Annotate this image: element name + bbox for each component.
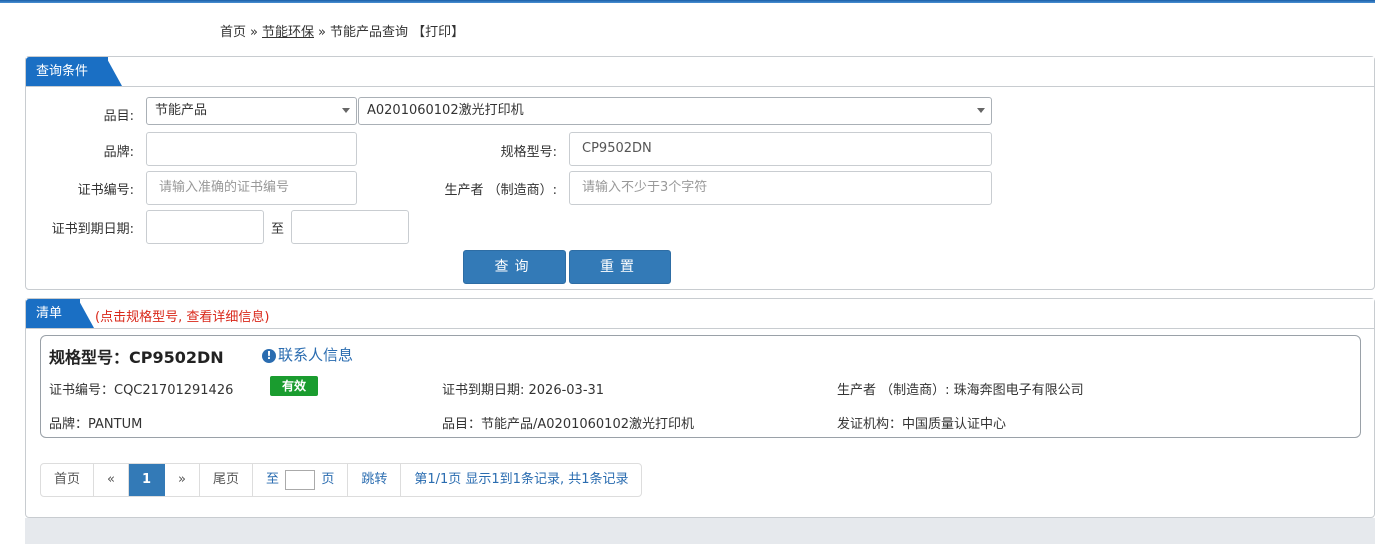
breadcrumb: 首页» 节能环保» 节能产品查询 【打印】 (220, 21, 464, 40)
brand-label: 品牌: (103, 145, 134, 160)
pager-goto: 至 页 (253, 464, 349, 496)
info-icon: ! (262, 349, 276, 363)
expiry-to-label: 至 (271, 222, 285, 237)
breadcrumb-home[interactable]: 首页 (220, 25, 246, 40)
print-link[interactable]: 【打印】 (412, 25, 464, 40)
expiry-start-input[interactable] (146, 210, 264, 244)
pager-next[interactable]: » (165, 464, 200, 496)
category-value: 品目：节能产品/A0201060102激光打印机 (442, 417, 694, 432)
status-badge: 有效 (270, 376, 318, 396)
pager-first[interactable]: 首页 (41, 464, 95, 496)
list-panel-header: 清单 (点击规格型号, 查看详细信息) (26, 299, 1374, 329)
issuer-value: 发证机构：中国质量认证中心 (837, 417, 1007, 432)
expiry-end-input[interactable] (291, 210, 409, 244)
contact-info-link[interactable]: ! 联系人信息 (262, 344, 353, 365)
chevron-down-icon (977, 108, 985, 113)
list-panel-tab: 清单 (26, 299, 94, 328)
query-panel-title: 查询条件 (36, 64, 89, 79)
reset-button[interactable]: 重置 (569, 250, 671, 284)
query-panel-header: 查询条件 (26, 57, 1374, 87)
breadcrumb-separator: » (250, 25, 258, 40)
maker-value: 生产者 （制造商）: 珠海奔图电子有限公司 (837, 383, 1084, 398)
pager-goto-suffix: 页 (321, 472, 335, 487)
maker-label: 生产者 （制造商）: (444, 183, 557, 198)
query-panel: 查询条件 品目: 节能产品 A0201060102激光打印机 品牌: 规格型号:… (25, 56, 1375, 290)
list-item: 规格型号：CP9502DN ! 联系人信息 证书编号：CQC21701291426… (40, 335, 1361, 438)
pager-jump-button[interactable]: 跳转 (348, 464, 402, 496)
category-select-value: 节能产品 (155, 103, 208, 118)
search-button[interactable]: 查询 (463, 250, 566, 284)
breadcrumb-category[interactable]: 节能环保 (262, 25, 314, 40)
page-bottom-area (25, 518, 1375, 544)
brand-input[interactable] (146, 132, 357, 166)
pagination: 首页 « 1 » 尾页 至 页 跳转 第1/1页 显示1到1条记录, 共1条记录 (40, 463, 643, 497)
cert-no-input[interactable]: 请输入准确的证书编号 (146, 171, 357, 205)
pager-prev[interactable]: « (94, 464, 129, 496)
expiry-value: 证书到期日期: 2026-03-31 (442, 383, 605, 398)
top-accent-bar (0, 0, 1375, 3)
category-label: 品目: (103, 109, 134, 124)
breadcrumb-separator: » (318, 25, 326, 40)
pager-goto-prefix: 至 (266, 472, 280, 487)
category-select[interactable]: 节能产品 (146, 97, 357, 125)
list-panel: 清单 (点击规格型号, 查看详细信息) 规格型号：CP9502DN ! 联系人信息… (25, 298, 1375, 518)
chevron-down-icon (342, 108, 350, 113)
pager-current-page[interactable]: 1 (128, 464, 166, 496)
model-label: 规格型号: (500, 145, 557, 160)
cert-no-label: 证书编号: (77, 183, 134, 198)
brand-value: 品牌：PANTUM (49, 417, 143, 432)
model-input[interactable]: CP9502DN (569, 132, 992, 166)
list-panel-title: 清单 (36, 306, 63, 321)
breadcrumb-current-page: 节能产品查询 (329, 25, 408, 40)
contact-info-label: 联系人信息 (278, 346, 354, 364)
pager-last[interactable]: 尾页 (200, 464, 254, 496)
sub-category-select-value: A0201060102激光打印机 (367, 103, 524, 118)
model-title-link[interactable]: 规格型号：CP9502DN (49, 344, 224, 368)
maker-input[interactable]: 请输入不少于3个字符 (569, 171, 992, 205)
expiry-label: 证书到期日期: (51, 222, 134, 237)
list-hint-text: (点击规格型号, 查看详细信息) (95, 310, 270, 325)
sub-category-select[interactable]: A0201060102激光打印机 (358, 97, 992, 125)
cert-no-value: 证书编号：CQC21701291426 (49, 383, 234, 398)
pager-summary: 第1/1页 显示1到1条记录, 共1条记录 (414, 472, 629, 487)
query-panel-tab: 查询条件 (26, 57, 122, 86)
pager-goto-input[interactable] (285, 469, 316, 490)
